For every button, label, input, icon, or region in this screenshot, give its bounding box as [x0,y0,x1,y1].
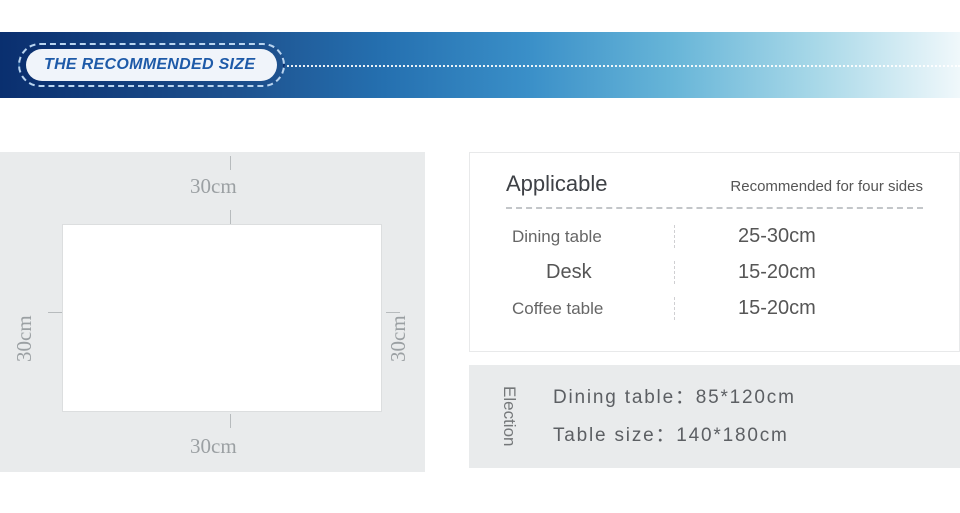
size-diagram: 30cm 30cm 30cm 30cm [0,152,425,472]
spec-row-label: Coffee table [506,299,674,319]
label-top: 30cm [190,174,237,199]
label-bottom: 30cm [190,434,237,459]
tick-top [230,156,231,170]
banner: THE RECOMMENDED SIZE [0,32,960,98]
diagram-table-rect [62,224,382,412]
election-panel: Election Dining table：85*120cm Table siz… [469,365,960,468]
spec-row-sep [674,261,694,284]
tick-bottom-inner [230,414,231,428]
spec-subtitle: Recommended for four sides [730,178,923,195]
title-pill: THE RECOMMENDED SIZE [18,43,285,87]
banner-title: THE RECOMMENDED SIZE [26,49,277,81]
spec-row-desk: Desk 15-20cm [506,261,923,284]
election-table-label: Table size： [553,425,676,446]
label-right: 30cm [386,315,411,362]
spec-row-dining: Dining table 25-30cm [506,225,923,248]
tick-right-inner [386,312,400,313]
spec-row-value: 15-20cm [694,297,923,320]
spec-title: Applicable [506,171,608,197]
election-dining: Dining table：85*120cm [553,379,796,417]
tick-left-inner [48,312,62,313]
spec-row-sep [674,297,694,320]
election-table-value: 140*180cm [676,425,788,446]
spec-rows: Dining table 25-30cm Desk 15-20cm Coffee… [470,225,959,341]
election-label: Election [499,386,519,446]
spec-row-value: 15-20cm [694,261,923,284]
election-dining-label: Dining table： [553,387,696,408]
spec-header: Applicable Recommended for four sides [470,153,959,197]
label-left: 30cm [12,315,37,362]
spec-row-sep [674,225,694,248]
banner-dotted-line [260,65,960,67]
election-table: Table size：140*180cm [553,417,796,455]
election-text: Dining table：85*120cm Table size：140*180… [553,379,796,455]
spec-row-label: Dining table [506,227,674,247]
spec-row-label: Desk [506,261,674,284]
election-dining-value: 85*120cm [696,387,796,408]
spec-row-coffee: Coffee table 15-20cm [506,297,923,320]
spec-panel: Applicable Recommended for four sides Di… [469,152,960,352]
spec-divider [506,207,923,209]
spec-row-value: 25-30cm [694,225,923,248]
tick-top-inner [230,210,231,224]
